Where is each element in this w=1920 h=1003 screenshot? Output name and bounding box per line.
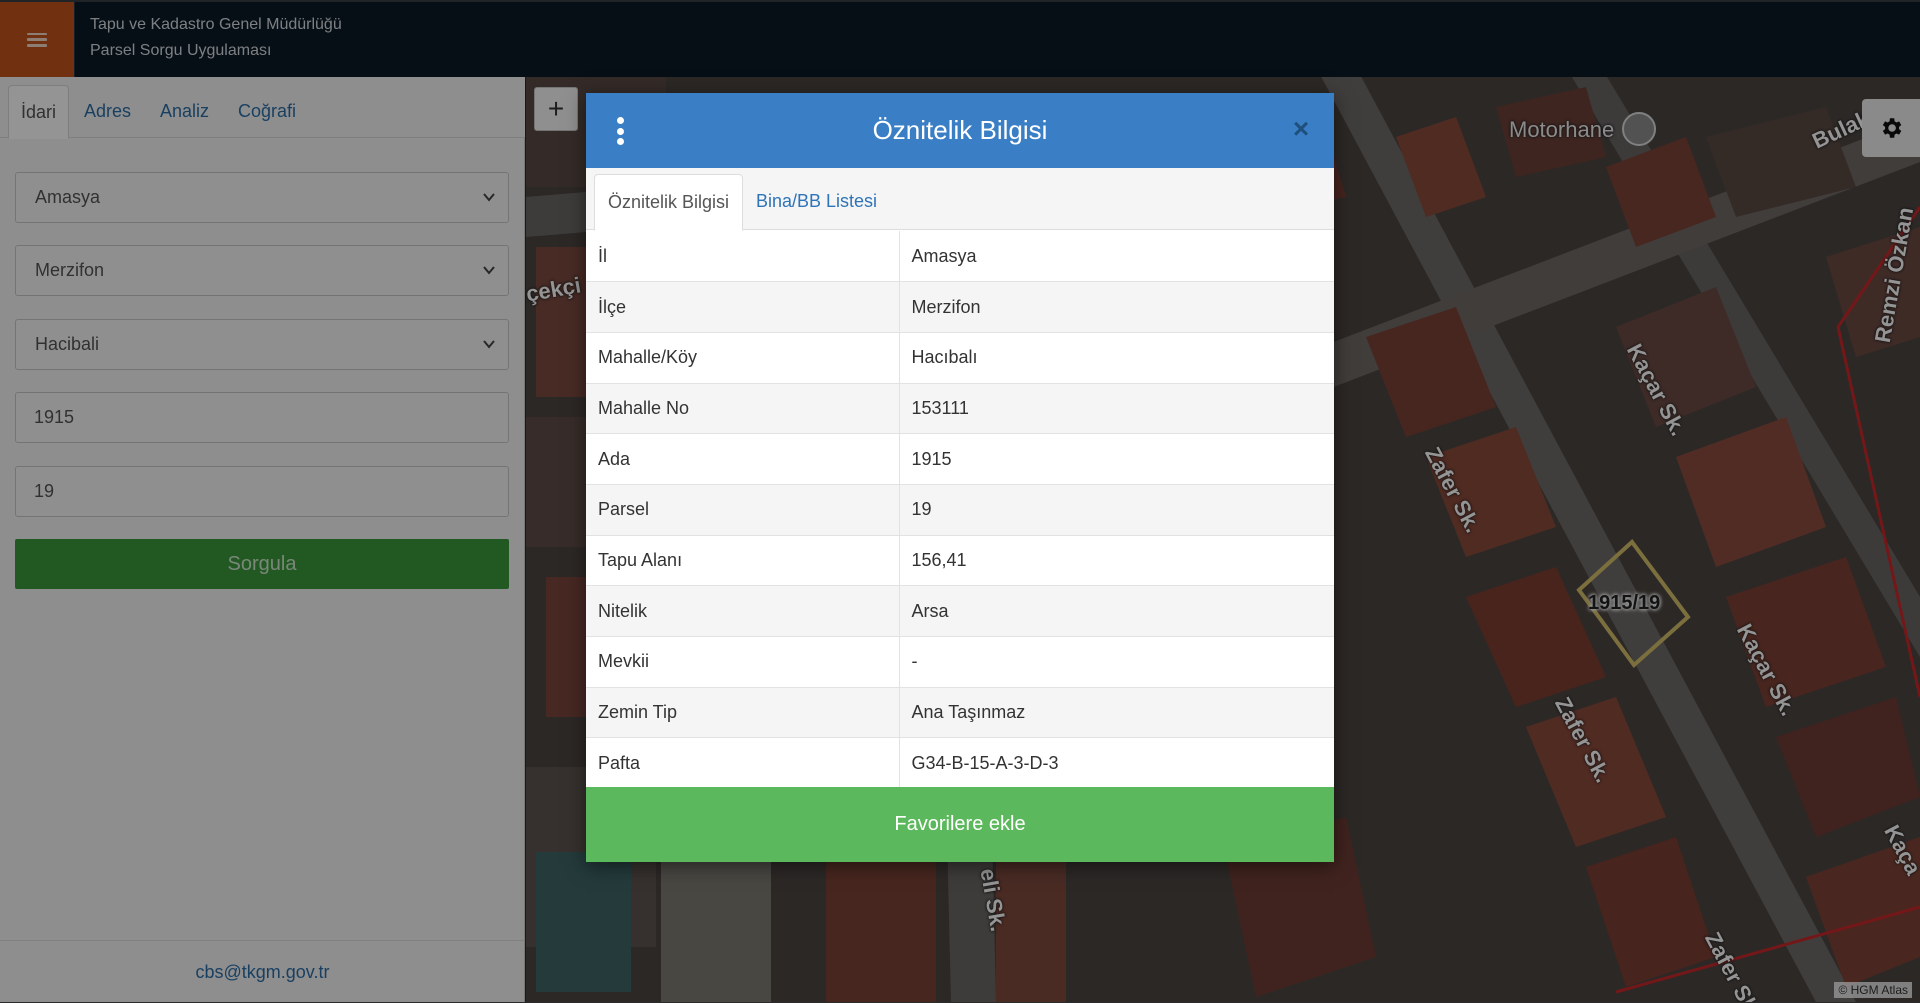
attribute-key: Nitelik bbox=[586, 585, 900, 637]
table-row: Pafta G34-B-15-A-3-D-3 bbox=[586, 737, 1334, 790]
add-to-favorites-button[interactable]: Favorilere ekle bbox=[586, 787, 1334, 862]
attribute-value: 19 bbox=[899, 484, 1334, 536]
table-row: İl Amasya bbox=[586, 231, 1334, 283]
attribute-value: 1915 bbox=[899, 433, 1334, 485]
table-row: Mahalle No 153111 bbox=[586, 383, 1334, 435]
table-row: Tapu Alanı 156,41 bbox=[586, 535, 1334, 587]
attribute-info-modal: Öznitelik Bilgisi × Öznitelik Bilgisi Bi… bbox=[586, 93, 1334, 862]
table-row: Ada 1915 bbox=[586, 433, 1334, 485]
modal-tabs: Öznitelik Bilgisi Bina/BB Listesi bbox=[586, 168, 1334, 231]
close-icon[interactable]: × bbox=[1286, 114, 1316, 144]
attribute-key: İl bbox=[586, 231, 900, 283]
attribute-value: 156,41 bbox=[899, 535, 1334, 587]
attribute-key: Mevkii bbox=[586, 636, 900, 688]
attribute-value: Merzifon bbox=[899, 281, 1334, 333]
table-row: Parsel 19 bbox=[586, 484, 1334, 536]
modal-header: Öznitelik Bilgisi × bbox=[586, 93, 1334, 168]
table-row: Mahalle/Köy Hacıbalı bbox=[586, 332, 1334, 384]
kebab-menu-icon[interactable] bbox=[616, 117, 624, 145]
attribute-key: Pafta bbox=[586, 737, 900, 790]
attribute-value: 153111 bbox=[899, 383, 1334, 435]
tab-attribute-info[interactable]: Öznitelik Bilgisi bbox=[594, 174, 744, 231]
attribute-key: Parsel bbox=[586, 484, 900, 536]
attribute-value: Hacıbalı bbox=[899, 332, 1334, 384]
table-row: Nitelik Arsa bbox=[586, 585, 1334, 637]
attribute-key: Mahalle No bbox=[586, 383, 900, 435]
attribute-value: - bbox=[899, 636, 1334, 688]
attribute-key: Tapu Alanı bbox=[586, 535, 900, 587]
attribute-value: G34-B-15-A-3-D-3 bbox=[899, 737, 1334, 790]
modal-title: Öznitelik Bilgisi bbox=[872, 115, 1048, 145]
attribute-key: Zemin Tip bbox=[586, 687, 900, 739]
attribute-value: Ana Taşınmaz bbox=[899, 687, 1334, 739]
attribute-table: İl Amasya İlçe Merzifon Mahalle/Köy Hacıbal… bbox=[586, 231, 1334, 790]
tab-building-list[interactable]: Bina/BB Listesi bbox=[743, 174, 890, 230]
attribute-key: Ada bbox=[586, 433, 900, 485]
table-row: Mevkii - bbox=[586, 636, 1334, 688]
attribute-value: Amasya bbox=[899, 231, 1334, 283]
table-row: İlçe Merzifon bbox=[586, 281, 1334, 333]
table-row: Zemin Tip Ana Taşınmaz bbox=[586, 687, 1334, 739]
attribute-value: Arsa bbox=[899, 585, 1334, 637]
attribute-key: Mahalle/Köy bbox=[586, 332, 900, 384]
attribute-key: İlçe bbox=[586, 281, 900, 333]
